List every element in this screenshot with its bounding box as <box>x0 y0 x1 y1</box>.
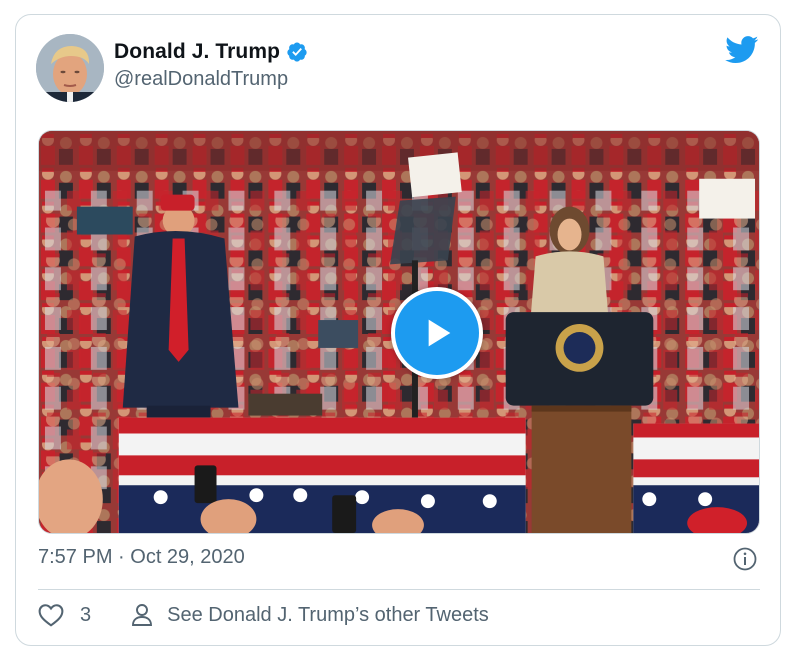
play-icon <box>428 319 451 347</box>
twitter-bird-icon[interactable] <box>725 36 759 64</box>
play-button[interactable] <box>391 287 483 379</box>
heart-icon <box>38 604 64 627</box>
see-other-tweets-label[interactable]: See Donald J. Trump’s other Tweets <box>167 604 489 627</box>
author-handle[interactable]: @realDonaldTrump <box>114 68 288 91</box>
video-player[interactable] <box>38 130 760 534</box>
verified-badge-icon <box>286 41 308 63</box>
info-icon[interactable] <box>733 547 757 571</box>
tweet-actions: 3 See Donald J. Trump’s other Tweets <box>38 603 489 627</box>
avatar[interactable] <box>36 34 104 102</box>
author-name[interactable]: Donald J. Trump <box>114 40 280 64</box>
divider <box>38 589 760 590</box>
like-button[interactable]: 3 <box>38 603 91 627</box>
tweet-timestamp[interactable]: 7:57 PM · Oct 29, 2020 <box>38 546 245 569</box>
author-row[interactable]: Donald J. Trump <box>114 40 308 64</box>
see-other-tweets-link[interactable]: See Donald J. Trump’s other Tweets <box>131 603 489 627</box>
person-icon <box>132 604 153 626</box>
like-count: 3 <box>80 603 92 626</box>
